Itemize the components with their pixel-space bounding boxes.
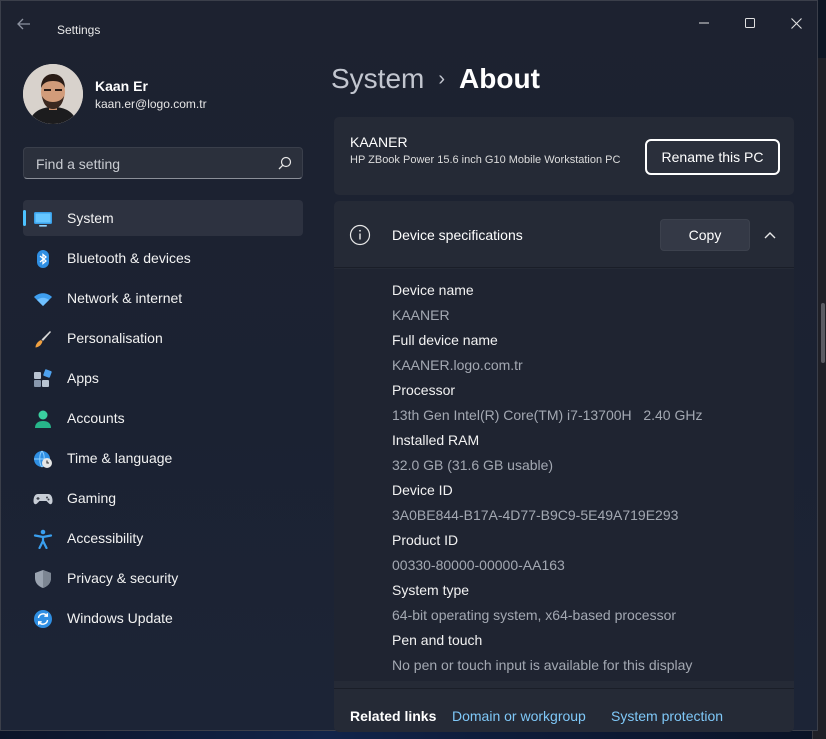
spec-row-processor: Processor 13th Gen Intel(R) Core(TM) i7-… xyxy=(392,381,702,431)
copy-button[interactable]: Copy xyxy=(660,219,750,251)
apps-icon xyxy=(34,369,52,387)
sidebar-item-personalisation[interactable]: Personalisation xyxy=(23,320,303,356)
breadcrumb: System › About xyxy=(331,63,540,95)
spec-row-pen-touch: Pen and touch No pen or touch input is a… xyxy=(392,631,692,681)
sidebar-item-label: Personalisation xyxy=(67,330,163,346)
spec-value[interactable]: No pen or touch input is available for t… xyxy=(392,656,692,681)
accessibility-icon xyxy=(33,529,53,549)
sidebar-item-label: Accessibility xyxy=(67,530,144,546)
sidebar-item-label: Windows Update xyxy=(67,610,173,626)
device-specifications-header[interactable]: Device specifications Copy xyxy=(334,201,794,268)
maximize-icon xyxy=(745,18,755,28)
user-email: kaan.er@logo.com.tr xyxy=(95,97,207,111)
sidebar-item-windows-update[interactable]: Windows Update xyxy=(23,600,303,636)
pc-info-card: KAANER HP ZBook Power 15.6 inch G10 Mobi… xyxy=(334,117,794,195)
sidebar-nav: System Bluetooth & devices Network & int… xyxy=(23,200,303,640)
app-title: Settings xyxy=(57,23,101,37)
back-button[interactable] xyxy=(17,17,45,45)
sidebar-item-accounts[interactable]: Accounts xyxy=(23,400,303,436)
sidebar-item-label: Time & language xyxy=(67,450,173,466)
spec-row-device-name: Device name KAANER xyxy=(392,281,474,331)
sidebar-item-time-language[interactable]: Time & language xyxy=(23,440,303,476)
spec-label: Product ID xyxy=(392,532,459,548)
shield-icon xyxy=(35,570,51,588)
rename-pc-button[interactable]: Rename this PC xyxy=(645,139,780,175)
sidebar-item-label: Accounts xyxy=(67,410,125,426)
close-button[interactable] xyxy=(773,9,819,37)
spec-value[interactable]: KAANER xyxy=(392,306,474,331)
spec-value[interactable]: 32.0 GB (31.6 GB usable) xyxy=(392,456,553,481)
related-links: Related links Domain or workgroup System… xyxy=(334,688,794,732)
background-scrollbar xyxy=(821,303,825,363)
close-icon xyxy=(790,17,802,29)
user-photo-icon xyxy=(23,64,83,124)
sidebar-item-apps[interactable]: Apps xyxy=(23,360,303,396)
device-specifications-title: Device specifications xyxy=(392,227,523,243)
page-title: About xyxy=(459,63,540,94)
globe-clock-icon xyxy=(34,450,52,468)
spec-value[interactable]: 13th Gen Intel(R) Core(TM) i7-13700H 2.4… xyxy=(392,406,702,431)
collapse-button[interactable] xyxy=(758,223,782,247)
system-display-icon xyxy=(34,212,52,227)
person-icon xyxy=(35,410,51,428)
breadcrumb-parent[interactable]: System xyxy=(331,63,424,94)
gamepad-icon xyxy=(33,494,53,505)
sidebar-item-network[interactable]: Network & internet xyxy=(23,280,303,316)
settings-window: Settings Kaan Er kaan.er@logo.com.tr Fin… xyxy=(0,0,818,732)
spec-value[interactable]: KAANER.logo.com.tr xyxy=(392,356,523,381)
bluetooth-icon xyxy=(37,250,49,268)
sidebar-item-label: Apps xyxy=(67,370,99,386)
spec-label: Device name xyxy=(392,282,474,298)
system-protection-link[interactable]: System protection xyxy=(611,708,723,724)
spec-label: System type xyxy=(392,582,470,598)
sidebar-item-label: System xyxy=(67,210,114,226)
related-links-label: Related links xyxy=(350,708,437,724)
spec-value[interactable]: 3A0BE844-B17A-4D77-B9C9-5E49A719E293 xyxy=(392,506,678,531)
avatar[interactable] xyxy=(23,64,83,124)
search-icon[interactable] xyxy=(278,156,292,170)
sidebar-item-label: Privacy & security xyxy=(67,570,179,586)
update-icon xyxy=(34,610,52,628)
spec-row-installed-ram: Installed RAM 32.0 GB (31.6 GB usable) xyxy=(392,431,553,481)
search-box[interactable] xyxy=(23,147,303,179)
breadcrumb-separator: › xyxy=(438,68,446,90)
title-bar: Settings xyxy=(1,1,817,45)
device-specifications-card: Device specifications Copy Device name K… xyxy=(334,201,794,732)
pc-name: KAANER xyxy=(350,134,408,150)
spec-label: Pen and touch xyxy=(392,632,483,648)
search-input[interactable] xyxy=(34,154,264,174)
spec-label: Full device name xyxy=(392,332,498,348)
device-specifications-body: Device name KAANER Full device name KAAN… xyxy=(334,269,794,681)
paintbrush-icon xyxy=(35,331,51,348)
spec-label: Device ID xyxy=(392,482,453,498)
minimize-button[interactable] xyxy=(681,9,727,37)
back-arrow-icon xyxy=(17,18,30,30)
wifi-icon xyxy=(34,293,52,306)
sidebar-item-bluetooth[interactable]: Bluetooth & devices xyxy=(23,240,303,276)
spec-label: Processor xyxy=(392,382,456,398)
sidebar-item-system[interactable]: System xyxy=(23,200,303,236)
minimize-icon xyxy=(699,22,709,24)
spec-row-system-type: System type 64-bit operating system, x64… xyxy=(392,581,676,631)
sidebar-item-label: Bluetooth & devices xyxy=(67,250,191,266)
sidebar-item-label: Gaming xyxy=(67,490,117,506)
spec-row-product-id: Product ID 00330-80000-00000-AA163 xyxy=(392,531,565,581)
sidebar-item-label: Network & internet xyxy=(67,290,183,306)
user-name: Kaan Er xyxy=(95,78,148,94)
spec-row-device-id: Device ID 3A0BE844-B17A-4D77-B9C9-5E49A7… xyxy=(392,481,678,531)
spec-label: Installed RAM xyxy=(392,432,480,448)
spec-value[interactable]: 00330-80000-00000-AA163 xyxy=(392,556,565,581)
pc-model: HP ZBook Power 15.6 inch G10 Mobile Work… xyxy=(350,154,621,166)
info-icon xyxy=(349,224,371,246)
sidebar-item-accessibility[interactable]: Accessibility xyxy=(23,520,303,556)
sidebar-item-gaming[interactable]: Gaming xyxy=(23,480,303,516)
domain-workgroup-link[interactable]: Domain or workgroup xyxy=(452,708,586,724)
spec-row-full-device-name: Full device name KAANER.logo.com.tr xyxy=(392,331,523,381)
maximize-button[interactable] xyxy=(727,9,773,37)
sidebar-item-privacy-security[interactable]: Privacy & security xyxy=(23,560,303,596)
chevron-up-icon xyxy=(764,232,776,239)
spec-value[interactable]: 64-bit operating system, x64-based proce… xyxy=(392,606,676,631)
